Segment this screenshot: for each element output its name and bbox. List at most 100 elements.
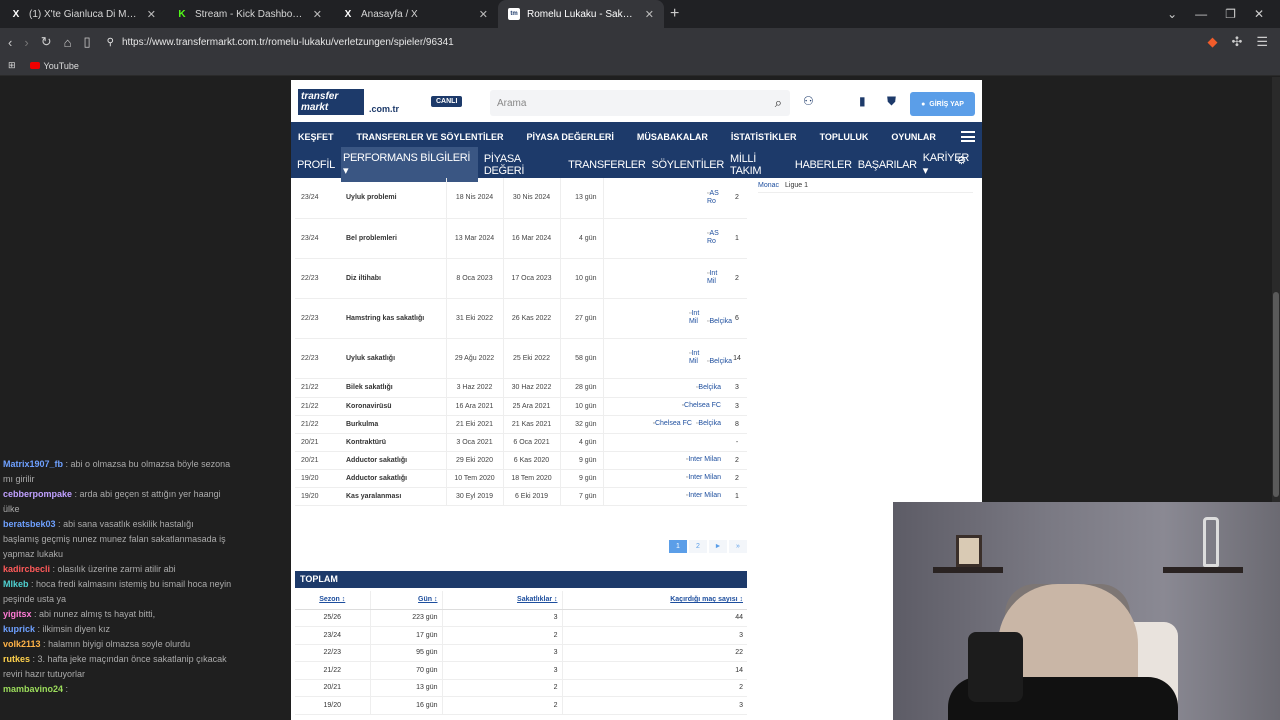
tab-close-icon[interactable]: ✕ bbox=[147, 8, 156, 21]
nav-main-item[interactable]: PİYASA DEĞERLERİ bbox=[527, 132, 614, 142]
page-button[interactable]: ► bbox=[709, 540, 727, 553]
injury-days: 4 gün bbox=[560, 433, 604, 452]
tab-list-icon[interactable]: ⌄ bbox=[1167, 7, 1177, 21]
user-search-icon[interactable]: ⚇ bbox=[803, 94, 814, 108]
reload-icon[interactable]: ↻ bbox=[41, 34, 52, 50]
bookmark-page-icon[interactable]: ▯ bbox=[83, 34, 90, 50]
search-icon[interactable]: ⌕ bbox=[775, 95, 782, 111]
nav-sub-item[interactable]: PERFORMANS BİLGİLERİ ▾ bbox=[340, 147, 478, 182]
page-button[interactable]: 1 bbox=[669, 540, 687, 553]
close-window-icon[interactable]: ✕ bbox=[1254, 7, 1264, 21]
nav-main-item[interactable]: İSTATİSTİKLER bbox=[731, 132, 797, 142]
chat-username[interactable]: Mlkeb bbox=[3, 579, 29, 589]
site-info-icon[interactable]: ⚲ bbox=[107, 37, 114, 48]
tab-close-icon[interactable]: ✕ bbox=[313, 8, 322, 21]
search-input[interactable]: Arama ⌕ bbox=[490, 90, 790, 116]
transfermarkt-logo[interactable]: transfer markt bbox=[298, 89, 364, 115]
totals-cell: 3 bbox=[562, 626, 747, 645]
injury-from: 3 Haz 2022 bbox=[446, 378, 504, 398]
club-image-link[interactable]: Chelsea FC bbox=[652, 420, 692, 428]
bookmark-icon[interactable]: ▮ bbox=[859, 94, 866, 108]
nav-sub-item[interactable]: TRANSFERLER bbox=[568, 159, 646, 171]
bookmark-youtube[interactable]: YouTube bbox=[29, 61, 79, 71]
maximize-icon[interactable]: ❐ bbox=[1225, 7, 1236, 21]
nav-main-item[interactable]: TOPLULUK bbox=[820, 132, 869, 142]
url-field[interactable]: ⚲ https://www.transfermarkt.com.tr/romel… bbox=[103, 31, 1196, 53]
nav-main-item[interactable]: TRANSFERLER VE SÖYLENTİLER bbox=[357, 132, 504, 142]
live-button[interactable]: CANLI bbox=[431, 96, 463, 107]
club-image-link[interactable]: Int Mil bbox=[689, 350, 703, 366]
nav-sub-item[interactable]: KARİYER ▾ bbox=[923, 152, 976, 177]
chat-username[interactable]: rutkes bbox=[3, 654, 30, 664]
nav-sub-item[interactable]: HABERLER bbox=[795, 159, 852, 171]
chat-username[interactable]: beratsbek03 bbox=[3, 519, 56, 529]
totals-row: 19/20 16 gün 2 3 bbox=[295, 696, 747, 715]
browser-tab[interactable]: X Anasayfa / X ✕ bbox=[332, 0, 498, 28]
club-image-link[interactable]: Int Mil bbox=[689, 310, 703, 326]
chat-username[interactable]: volk2113 bbox=[3, 639, 41, 649]
home-icon[interactable]: ⌂ bbox=[64, 35, 72, 50]
page-button[interactable]: » bbox=[729, 540, 747, 553]
page-button[interactable]: 2 bbox=[689, 540, 707, 553]
nav-sub-item[interactable]: MİLLİ TAKIM bbox=[730, 153, 789, 177]
chat-username[interactable]: kuprick bbox=[3, 624, 35, 634]
nav-sub-item[interactable]: BAŞARILAR bbox=[858, 159, 917, 171]
brave-shield-icon[interactable]: ◆ bbox=[1207, 34, 1217, 50]
extensions-icon[interactable]: ✣ bbox=[1231, 34, 1242, 50]
totals-cell: 70 gün bbox=[370, 661, 443, 680]
nav-main-item[interactable]: KEŞFET bbox=[298, 132, 334, 142]
nav-sub-item[interactable]: PİYASA DEĞERİ bbox=[484, 153, 562, 177]
club-image-link[interactable]: Inter Milan bbox=[686, 474, 721, 482]
chat-username[interactable]: cebberpompake bbox=[3, 489, 72, 499]
tab-close-icon[interactable]: ✕ bbox=[645, 8, 654, 21]
browser-tab[interactable]: X (1) X'te Gianluca Di Marzio: "@sscna ✕ bbox=[0, 0, 166, 28]
menu-icon[interactable]: ☰ bbox=[1256, 34, 1268, 50]
club-image-link[interactable]: Belçika bbox=[696, 384, 721, 392]
injury-until: 30 Nis 2024 bbox=[503, 178, 561, 219]
sidebar-club[interactable]: Monac bbox=[758, 182, 779, 189]
nav-sub-item[interactable]: PROFİL bbox=[297, 159, 335, 171]
club-image-link[interactable]: Chelsea FC bbox=[682, 402, 721, 410]
sidebar-league[interactable]: Ligue 1 bbox=[785, 182, 808, 189]
club-image-link[interactable]: Belçika bbox=[696, 420, 721, 428]
tab-title: Stream - Kick Dashboard bbox=[195, 8, 306, 20]
club-image-link[interactable]: Belçika bbox=[707, 318, 732, 326]
totals-header[interactable]: Sezon ↕ bbox=[295, 591, 371, 610]
url-text: https://www.transfermarkt.com.tr/romelu-… bbox=[121, 36, 454, 48]
chat-username[interactable]: yigitsx bbox=[3, 609, 32, 619]
injury-row: 23/24 Bel problemleri 13 Mar 2024 16 Mar 20… bbox=[295, 218, 747, 259]
totals-cell: 3 bbox=[562, 696, 747, 715]
nav-sub-item[interactable]: SÖYLENTİLER bbox=[651, 159, 724, 171]
totals-header[interactable]: Sakatlıklar ↕ bbox=[442, 591, 563, 610]
nav-main-item[interactable]: MÜSABAKALAR bbox=[637, 132, 708, 142]
club-image-link[interactable]: AS Ro bbox=[707, 190, 721, 206]
tab-close-icon[interactable]: ✕ bbox=[479, 8, 488, 21]
new-tab-icon[interactable]: + bbox=[670, 5, 679, 23]
login-button[interactable]: ● GİRİŞ YAP bbox=[910, 92, 975, 116]
club-image-link[interactable]: Belçika bbox=[707, 358, 732, 366]
apps-icon[interactable]: ⊞ bbox=[8, 60, 16, 71]
club-image-link[interactable]: Inter Milan bbox=[686, 492, 721, 500]
browser-tab[interactable]: tm Romelu Lukaku - Sakatlık geçmi ✕ bbox=[498, 0, 664, 28]
chat-username[interactable]: mambavino24 bbox=[3, 684, 63, 694]
nav-main-item[interactable]: OYUNLAR bbox=[891, 132, 936, 142]
shield-icon[interactable]: ⛊ bbox=[887, 94, 896, 109]
browser-tab[interactable]: K Stream - Kick Dashboard ✕ bbox=[166, 0, 332, 28]
back-icon[interactable]: ‹ bbox=[8, 35, 12, 50]
club-image-link[interactable]: Int Mil bbox=[707, 270, 721, 286]
totals-header[interactable]: Kaçırdığı maç sayısı ↕ bbox=[562, 591, 747, 610]
minimize-icon[interactable]: — bbox=[1195, 7, 1207, 21]
totals-cell: 13 gün bbox=[370, 679, 443, 697]
chat-username[interactable]: kadircbecli bbox=[3, 564, 50, 574]
club-image-link[interactable]: AS Ro bbox=[707, 230, 721, 246]
totals-cell: 223 gün bbox=[370, 609, 443, 627]
hamburger-menu-icon[interactable] bbox=[961, 131, 975, 142]
chat-username[interactable]: Matrix1907_fb bbox=[3, 459, 63, 469]
injury-clubs: Belçika bbox=[603, 378, 727, 398]
totals-header[interactable]: Gün ↕ bbox=[370, 591, 443, 610]
settings-gear-icon[interactable]: ⚙ bbox=[956, 154, 966, 167]
club-image-link[interactable]: Inter Milan bbox=[686, 456, 721, 464]
scroll-thumb[interactable] bbox=[1273, 292, 1279, 497]
forward-icon[interactable]: › bbox=[24, 35, 28, 50]
logo-domain[interactable]: .com.tr bbox=[369, 104, 399, 114]
